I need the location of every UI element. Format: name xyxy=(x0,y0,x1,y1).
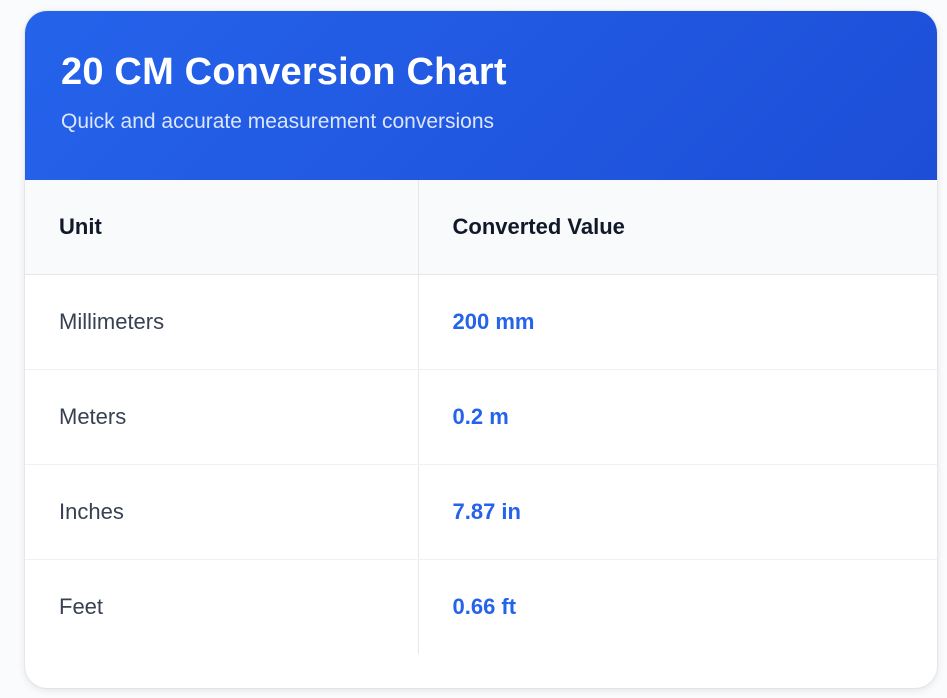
card-header: 20 CM Conversion Chart Quick and accurat… xyxy=(25,11,937,180)
unit-cell: Millimeters xyxy=(25,274,419,370)
table-row: Inches 7.87 in xyxy=(25,464,937,560)
column-header-converted-value: Converted Value xyxy=(418,180,937,275)
conversion-table: Unit Converted Value Millimeters 200 mm … xyxy=(25,180,937,654)
unit-cell: Inches xyxy=(25,464,419,560)
table-head: Unit Converted Value xyxy=(25,180,937,275)
card-subtitle: Quick and accurate measurement conversio… xyxy=(61,110,495,133)
unit-cell: Meters xyxy=(25,369,419,465)
table-row: Meters 0.2 m xyxy=(25,369,937,465)
value-cell: 0.66 ft xyxy=(452,594,517,619)
table-body: Millimeters 200 mm Meters 0.2 m Inches 7… xyxy=(25,274,937,654)
value-cell: 7.87 in xyxy=(418,464,937,560)
table-header-row: Unit Converted Value xyxy=(25,180,937,275)
card-title: 20 CM Conversion Chart xyxy=(61,51,507,93)
table-row: Millimeters 200 mm xyxy=(25,274,937,370)
unit-cell: Feet xyxy=(25,559,419,654)
value-cell: 0.2 m xyxy=(418,369,937,465)
table-row: Feet 0.66 ft xyxy=(25,559,937,654)
value-cell: 200 mm xyxy=(418,274,937,370)
conversion-card: 20 CM Conversion Chart Quick and accurat… xyxy=(25,11,937,688)
column-header-unit: Unit xyxy=(25,180,419,275)
